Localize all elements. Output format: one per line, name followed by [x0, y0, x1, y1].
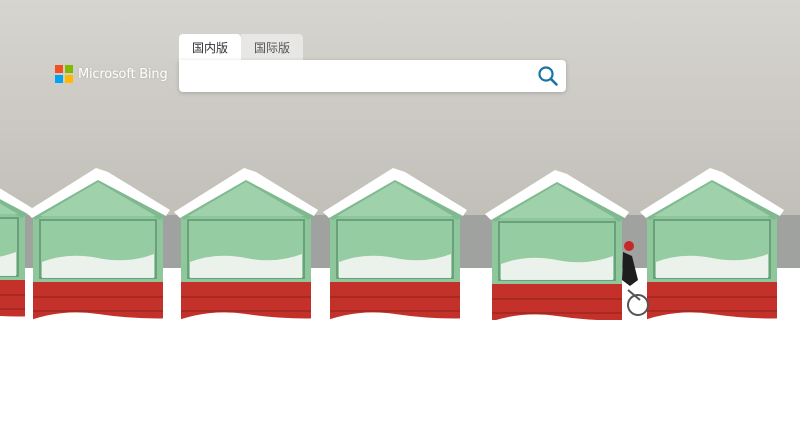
search-icon [538, 66, 558, 86]
search-button[interactable] [536, 64, 560, 88]
search-region-tabs: 国内版 国际版 [179, 34, 304, 61]
microsoft-logo-icon [55, 65, 73, 83]
brand-name: Microsoft Bing [78, 66, 168, 82]
search-input[interactable] [189, 60, 523, 94]
tab-international[interactable]: 国际版 [241, 34, 304, 61]
bing-logo[interactable]: Microsoft Bing [55, 65, 168, 83]
tab-domestic[interactable]: 国内版 [179, 34, 242, 61]
search-box [179, 60, 566, 94]
